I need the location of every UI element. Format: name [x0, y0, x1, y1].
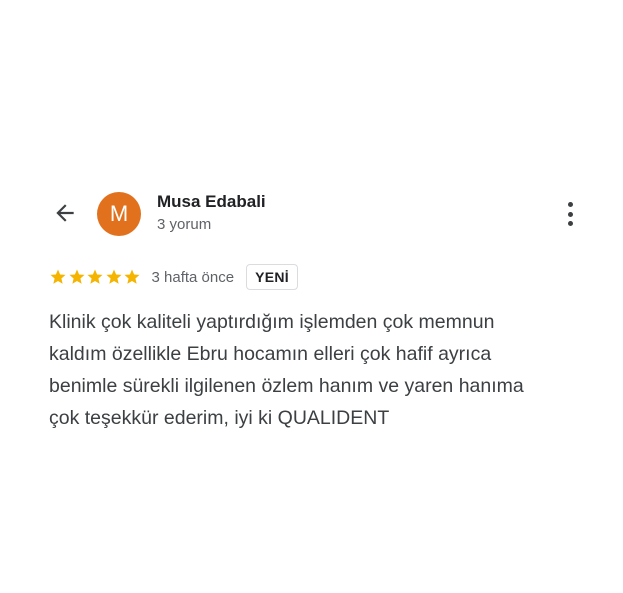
star-icon	[69, 269, 84, 284]
new-badge: YENİ	[246, 264, 298, 290]
star-rating	[49, 268, 142, 286]
more-vert-icon	[567, 202, 573, 226]
author-review-count: 3 yorum	[157, 216, 212, 233]
rating-row: 3 hafta önce YENİ	[49, 262, 298, 292]
star-icon	[50, 269, 66, 284]
author-name[interactable]: Musa Edabali	[157, 192, 266, 212]
more-dot	[567, 211, 573, 217]
more-options-button[interactable]	[558, 200, 582, 228]
review-time: 3 hafta önce	[151, 268, 235, 286]
review-text: Klinik çok kaliteli yaptırdığım işlemden…	[49, 306, 589, 434]
back-button[interactable]	[50, 198, 80, 228]
star-icon	[124, 269, 140, 284]
more-dot	[567, 202, 573, 207]
avatar-initial: M	[109, 201, 129, 226]
review-text-line: Klinik çok kaliteli yaptırdığım işlemden…	[49, 311, 495, 333]
review-text-line: çok teşekkür ederim, iyi ki QUALIDENT	[49, 407, 390, 429]
star-icon	[87, 269, 103, 284]
review-card: M Musa Edabali 3 yorum 3 hafta önce YENİ…	[0, 0, 623, 593]
arrow-left-icon	[56, 204, 74, 222]
avatar[interactable]: M	[97, 192, 141, 236]
more-dot	[567, 221, 573, 226]
review-text-line: kaldım özellikle Ebru hocamın elleri çok…	[49, 343, 492, 365]
star-icon	[106, 269, 121, 284]
review-text-line: benimle sürekli ilgilenen özlem hanım ve…	[49, 375, 524, 397]
